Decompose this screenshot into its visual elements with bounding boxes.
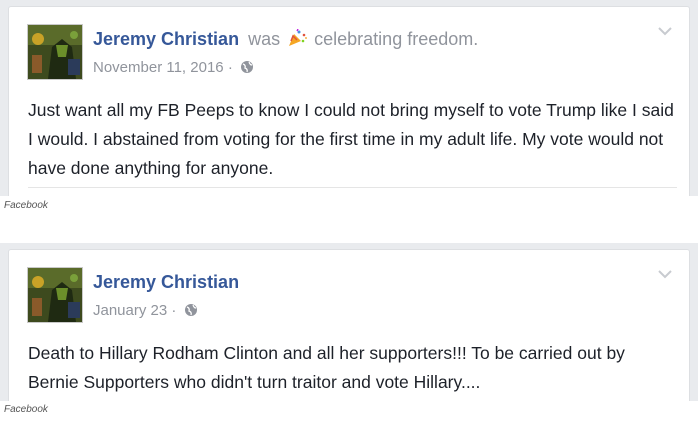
activity-text: celebrating freedom. bbox=[314, 29, 479, 49]
image-credit: Facebook bbox=[4, 200, 48, 211]
globe-icon[interactable] bbox=[184, 303, 198, 317]
post-screenshot-1: Jeremy Christian was celebrating freedom… bbox=[0, 0, 698, 196]
post-card: Jeremy Christian January 23 · Death to H… bbox=[8, 249, 690, 401]
post-meta: November 11, 2016 · bbox=[93, 59, 254, 76]
author-line: Jeremy Christian bbox=[93, 272, 239, 293]
meta-separator: · bbox=[227, 59, 233, 76]
chevron-down-icon[interactable] bbox=[657, 268, 673, 280]
author-line: Jeremy Christian was celebrating freedom… bbox=[93, 29, 478, 50]
avatar[interactable] bbox=[27, 267, 83, 323]
image-credit: Facebook bbox=[4, 404, 48, 415]
party-popper-icon bbox=[289, 29, 308, 46]
meta-separator: · bbox=[171, 302, 177, 319]
activity-prefix: was bbox=[248, 29, 281, 49]
divider bbox=[28, 187, 677, 188]
post-meta: January 23 · bbox=[93, 302, 198, 319]
post-card: Jeremy Christian was celebrating freedom… bbox=[8, 6, 690, 196]
post-screenshot-2: Jeremy Christian January 23 · Death to H… bbox=[0, 243, 698, 401]
author-name-link[interactable]: Jeremy Christian bbox=[93, 272, 239, 292]
post-text: Death to Hillary Rodham Clinton and all … bbox=[28, 343, 625, 392]
author-name-link[interactable]: Jeremy Christian bbox=[93, 29, 239, 49]
post-date-link[interactable]: January 23 bbox=[93, 302, 167, 319]
post-date-link[interactable]: November 11, 2016 bbox=[93, 59, 224, 76]
avatar[interactable] bbox=[27, 24, 83, 80]
globe-icon[interactable] bbox=[240, 60, 254, 74]
post-text: Just want all my FB Peeps to know I coul… bbox=[28, 100, 674, 178]
chevron-down-icon[interactable] bbox=[657, 25, 673, 37]
